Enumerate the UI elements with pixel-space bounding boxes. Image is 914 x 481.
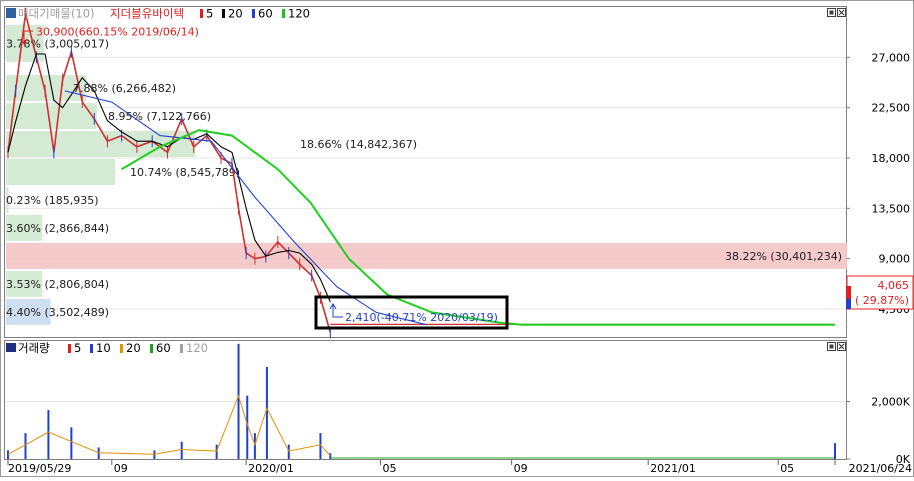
ma-legend-swatch bbox=[282, 9, 285, 18]
current-price-change: ( 29.87%) bbox=[855, 294, 909, 307]
volume-profile-label: 18.66% (14,842,367) bbox=[300, 138, 417, 151]
volume-tick-label: 2,000K bbox=[871, 395, 910, 408]
volume-profile-label: 8.95% (7,122,766) bbox=[108, 110, 211, 123]
x-tick-label: 09 bbox=[514, 462, 528, 475]
volume-ma-legend-swatch bbox=[120, 344, 123, 353]
volume-ma-legend-swatch bbox=[150, 344, 153, 353]
volume-ma-legend-swatch bbox=[68, 344, 71, 353]
volume-profile-label: 38.22% (30,401,234) bbox=[725, 250, 842, 263]
volume-ma-legend-swatch bbox=[90, 344, 93, 353]
volume-profile-bar bbox=[6, 159, 116, 185]
ma-legend-label: 20 bbox=[228, 7, 243, 21]
price-tick-label: 27,000 bbox=[872, 51, 911, 64]
volume-profile-bar bbox=[6, 242, 847, 269]
volume-bar bbox=[265, 366, 268, 459]
ma-legend-label: 5 bbox=[206, 7, 213, 21]
low-annotation-label: 2,410(-40.71% 2020/03/19) bbox=[345, 311, 498, 324]
x-tick-label: 2021/01 bbox=[650, 462, 696, 475]
volume-maximize-icon-inner bbox=[829, 344, 834, 349]
volume-ma-legend-label: 120 bbox=[186, 341, 208, 355]
volume-profile-label: 4.40% (3,502,489) bbox=[6, 306, 109, 319]
volume-profile-label: 10.74% (8,545,789) bbox=[130, 166, 240, 179]
x-tick-label: 05 bbox=[780, 462, 794, 475]
volume-ma-legend-label: 20 bbox=[126, 341, 141, 355]
x-tick-label: 2019/05/29 bbox=[8, 462, 71, 475]
volume-ma-legend-label: 10 bbox=[96, 341, 111, 355]
volume-ma-legend-label: 5 bbox=[74, 341, 81, 355]
ma-legend-label: 120 bbox=[288, 7, 310, 21]
ma-legend-label: 60 bbox=[258, 7, 273, 21]
price-tick-label: 22,500 bbox=[872, 102, 911, 115]
volume-bar bbox=[215, 444, 218, 459]
price-tick-label: 18,000 bbox=[872, 152, 911, 165]
legend-stock-name: 지더블유바이텍 bbox=[110, 7, 184, 21]
volume-bar bbox=[180, 441, 183, 459]
current-candle-down bbox=[846, 299, 851, 309]
ma-legend-swatch bbox=[200, 9, 203, 18]
volume-ma-legend-label: 60 bbox=[156, 341, 171, 355]
volume-profile-label: 3.53% (2,806,804) bbox=[6, 278, 109, 291]
chart-window: 3.78% (3,005,017) 7.88% (6,266,482) 8.95% … bbox=[0, 0, 914, 477]
ma-legend-swatch bbox=[222, 9, 225, 18]
volume-bar bbox=[7, 450, 9, 459]
ma-legend-swatch bbox=[252, 9, 255, 18]
x-tick-label: 09 bbox=[114, 462, 128, 475]
volume-bar bbox=[24, 433, 27, 459]
maximize-icon-inner bbox=[829, 10, 834, 15]
volume-ma-legend-swatch bbox=[180, 344, 183, 353]
volume-bar bbox=[287, 444, 290, 459]
current-price-value: 4,065 bbox=[878, 279, 910, 292]
high-annotation-label: 30,900(660.15% 2019/06/14) bbox=[36, 26, 199, 39]
chart-canvas: 3.78% (3,005,017)7.88% (6,266,482)8.95% … bbox=[0, 0, 914, 477]
volume-panel-icon[interactable] bbox=[6, 343, 16, 352]
legend-overlay-name: 매대기매물(10) bbox=[18, 7, 95, 21]
x-tick-label: 05 bbox=[383, 462, 397, 475]
x-tick-label: 2021/06/24 bbox=[849, 462, 912, 475]
price-tick-label: 9,000 bbox=[879, 253, 911, 266]
volume-panel-frame bbox=[4, 340, 847, 460]
volume-bar bbox=[70, 427, 73, 459]
volume-bar bbox=[47, 410, 50, 459]
volume-legend-title: 거래량 bbox=[18, 341, 50, 355]
price-tick-label: 13,500 bbox=[872, 202, 911, 215]
volume-bar bbox=[97, 447, 100, 459]
panel-menu-icon[interactable] bbox=[6, 8, 16, 18]
volume-bar bbox=[834, 443, 836, 459]
x-tick-label: 2020/01 bbox=[248, 462, 294, 475]
volume-profile-label: 3.60% (2,866,844) bbox=[6, 222, 109, 235]
volume-profile-label: 0.23% (185,935) bbox=[6, 194, 99, 207]
volume-bar bbox=[237, 343, 240, 459]
